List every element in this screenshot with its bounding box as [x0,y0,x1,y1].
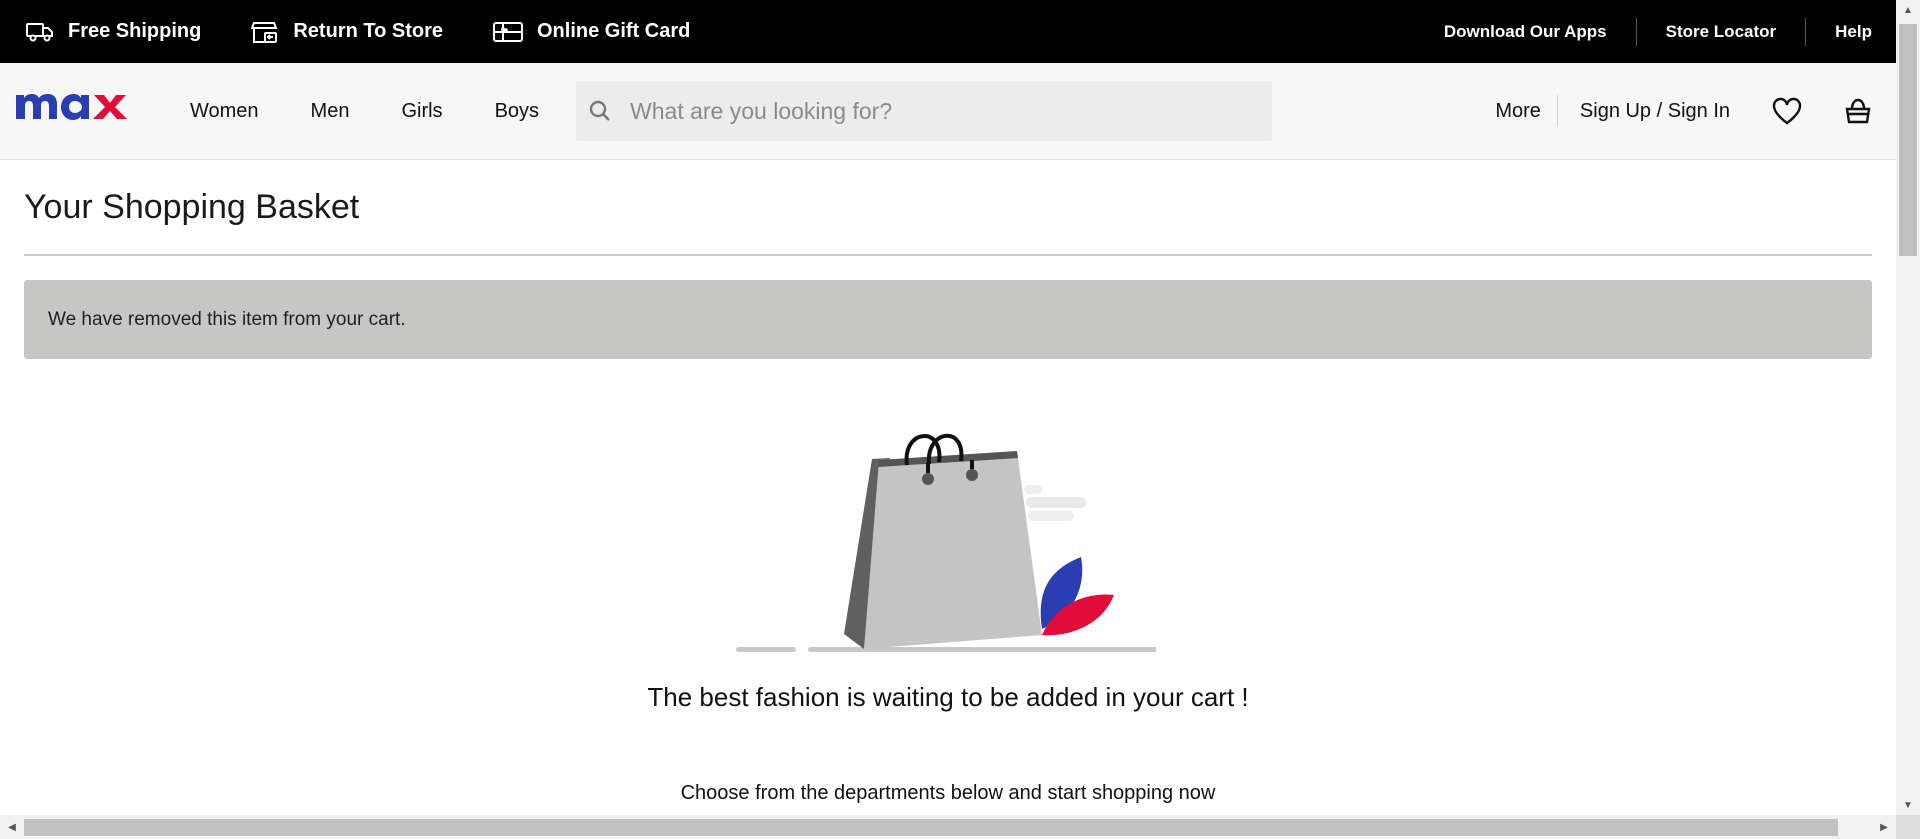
basket-button[interactable] [1844,97,1872,125]
header-actions: More Sign Up / Sign In [1495,95,1872,127]
vertical-scroll-thumb[interactable] [1899,24,1917,256]
heart-icon [1772,97,1802,125]
shopping-bag-illustration-icon [736,433,1156,652]
notice-text: We have removed this item from your cart… [48,308,406,330]
scroll-left-arrow-icon[interactable]: ◀ [0,815,24,839]
nav-boys[interactable]: Boys [495,100,539,123]
max-logo[interactable] [14,85,136,129]
nav-men[interactable]: Men [311,100,350,123]
main-header: Women Men Girls Boys More Sign Up / Sign… [0,63,1896,160]
search-input[interactable] [630,97,1231,125]
nav-girls[interactable]: Girls [401,100,442,123]
utility-bar: Free Shipping Return To Store Online Gif… [0,0,1896,63]
max-logo-mark [16,94,127,120]
utility-links: Download Our Apps Store Locator Help [1415,17,1872,46]
store-locator-link[interactable]: Store Locator [1637,22,1806,42]
more-link[interactable]: More [1495,100,1541,123]
page-title: Your Shopping Basket [24,188,360,226]
vertical-scrollbar[interactable]: ▲ ▼ [1896,0,1920,815]
online-gift-card-link[interactable]: Online Gift Card [492,20,691,44]
sign-in-link[interactable]: Sign Up / Sign In [1580,100,1730,123]
divider [24,254,1872,257]
main-nav: Women Men Girls Boys [164,100,565,123]
scroll-down-arrow-icon[interactable]: ▼ [1896,795,1920,815]
basket-icon [1845,98,1871,124]
truck-icon [26,22,53,41]
wishlist-button[interactable] [1772,97,1802,125]
utility-promos: Free Shipping Return To Store Online Gif… [26,19,740,45]
store-return-icon [251,21,278,43]
search-bar [576,81,1273,141]
scrollbar-corner [1896,815,1920,839]
return-to-store-link[interactable]: Return To Store [251,19,443,45]
empty-cart-subtitle: Choose from the departments below and st… [680,782,1216,804]
horizontal-scrollbar[interactable]: ◀ ▶ [0,815,1896,839]
download-apps-link[interactable]: Download Our Apps [1415,22,1636,42]
empty-cart-illustration-area [0,402,1896,652]
scroll-right-arrow-icon[interactable]: ▶ [1872,815,1896,839]
online-gift-card-label: Online Gift Card [536,20,691,42]
empty-cart-title: The best fashion is waiting to be added … [647,682,1249,712]
horizontal-scroll-thumb[interactable] [24,819,1838,836]
nav-women[interactable]: Women [190,100,259,123]
removed-item-notice: We have removed this item from your cart… [24,280,1872,360]
return-to-store-label: Return To Store [293,20,443,42]
basket-content: Your Shopping Basket We have removed thi… [24,160,1872,360]
search-icon[interactable] [588,99,612,123]
page: Free Shipping Return To Store Online Gif… [0,0,1920,839]
scroll-up-arrow-icon[interactable]: ▲ [1896,0,1920,20]
empty-bag-wrap [0,402,1896,652]
help-link[interactable]: Help [1806,22,1872,42]
gift-card-icon [492,21,523,42]
free-shipping-label: Free Shipping [68,20,202,42]
free-shipping-link[interactable]: Free Shipping [26,20,201,43]
divider [1556,95,1558,127]
